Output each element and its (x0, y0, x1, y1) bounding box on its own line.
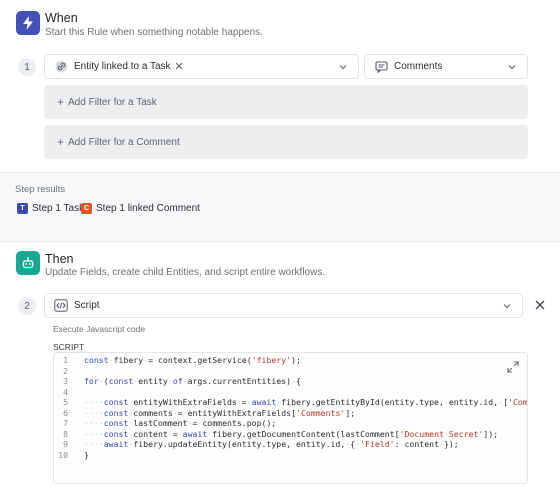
step-number-2: 2 (18, 297, 36, 315)
line-number: 8 (63, 428, 68, 439)
plus-icon: + (57, 95, 65, 109)
result-chip-task[interactable]: T Step 1 Task (17, 200, 84, 216)
code-editor[interactable]: 1 const·fibery·=·context.getService('fibe… (53, 352, 528, 484)
type-select[interactable]: Comments (364, 54, 528, 79)
code-text: for·(const·entity·of·args.currentEntitie… (84, 376, 301, 386)
when-card: When Start this Rule when something nota… (0, 0, 560, 173)
add-filter-task-label: Add Filter for a Task (68, 96, 157, 108)
robot-icon (16, 251, 40, 275)
entity-select[interactable]: Entity linked to a Task ✕ (44, 54, 359, 79)
result-chip-comment[interactable]: C Step 1 linked Comment (81, 200, 200, 216)
step-results: Step results T Step 1 Task C Step 1 link… (0, 173, 560, 241)
then-subtitle: Update Fields, create child Entities, an… (45, 267, 326, 278)
line-number: 5 (63, 397, 68, 407)
plus-icon: + (57, 135, 65, 149)
expand-icon[interactable] (507, 361, 519, 373)
comment-icon (374, 60, 388, 74)
entity-select-value: Entity linked to a Task (74, 61, 171, 72)
close-icon[interactable] (534, 298, 546, 310)
action-select-value: Script (74, 300, 100, 311)
comment-badge-icon: C (81, 202, 92, 214)
add-filter-comment-label: Add Filter for a Comment (68, 136, 180, 148)
line-number: 1 (63, 355, 68, 365)
code-text: const·fibery·=·context.getService('fiber… (84, 355, 301, 365)
when-title: When (45, 11, 78, 25)
lightning-icon (16, 11, 40, 35)
line-number: 9 (63, 439, 68, 449)
link-icon (54, 60, 68, 74)
type-select-value: Comments (394, 61, 443, 72)
line-number: 6 (63, 407, 68, 418)
line-number: 7 (63, 418, 68, 428)
code-icon (54, 299, 68, 313)
result-chip-comment-label: Step 1 linked Comment (96, 202, 200, 214)
then-title: Then (45, 252, 74, 266)
code-text: ····const·content·=·await·fibery.getDocu… (84, 428, 499, 439)
when-subtitle: Start this Rule when something notable h… (45, 27, 263, 38)
line-number: 3 (63, 376, 68, 386)
code-text: ····await·fibery.updateEntity(entity.typ… (84, 439, 459, 449)
script-label: SCRIPT (53, 342, 85, 352)
line-number: 4 (63, 386, 68, 397)
code-text: } (84, 449, 89, 460)
step-number-1: 1 (18, 58, 36, 76)
result-chip-task-label: Step 1 Task (32, 202, 85, 214)
task-badge-icon: T (17, 202, 28, 214)
line-number: 10 (58, 449, 68, 460)
line-number: 2 (63, 365, 68, 376)
chevron-down-icon (503, 304, 511, 309)
code-text: ····const·comments·=·entityWithExtraFiel… (84, 407, 356, 418)
clear-icon[interactable]: ✕ (175, 60, 184, 73)
code-text: ····const·entityWithExtraFields·=·await·… (84, 397, 528, 407)
action-select[interactable]: Script (44, 293, 523, 318)
add-filter-comment-button[interactable]: + Add Filter for a Comment (44, 125, 528, 159)
code-text: ····const·lastComment·=·comments.pop(); (84, 418, 277, 428)
add-filter-task-button[interactable]: + Add Filter for a Task (44, 85, 528, 119)
step-results-label: Step results (15, 184, 66, 195)
chevron-down-icon (508, 65, 516, 70)
chevron-down-icon (339, 65, 347, 70)
action-description: Execute Javascript code (53, 324, 146, 334)
